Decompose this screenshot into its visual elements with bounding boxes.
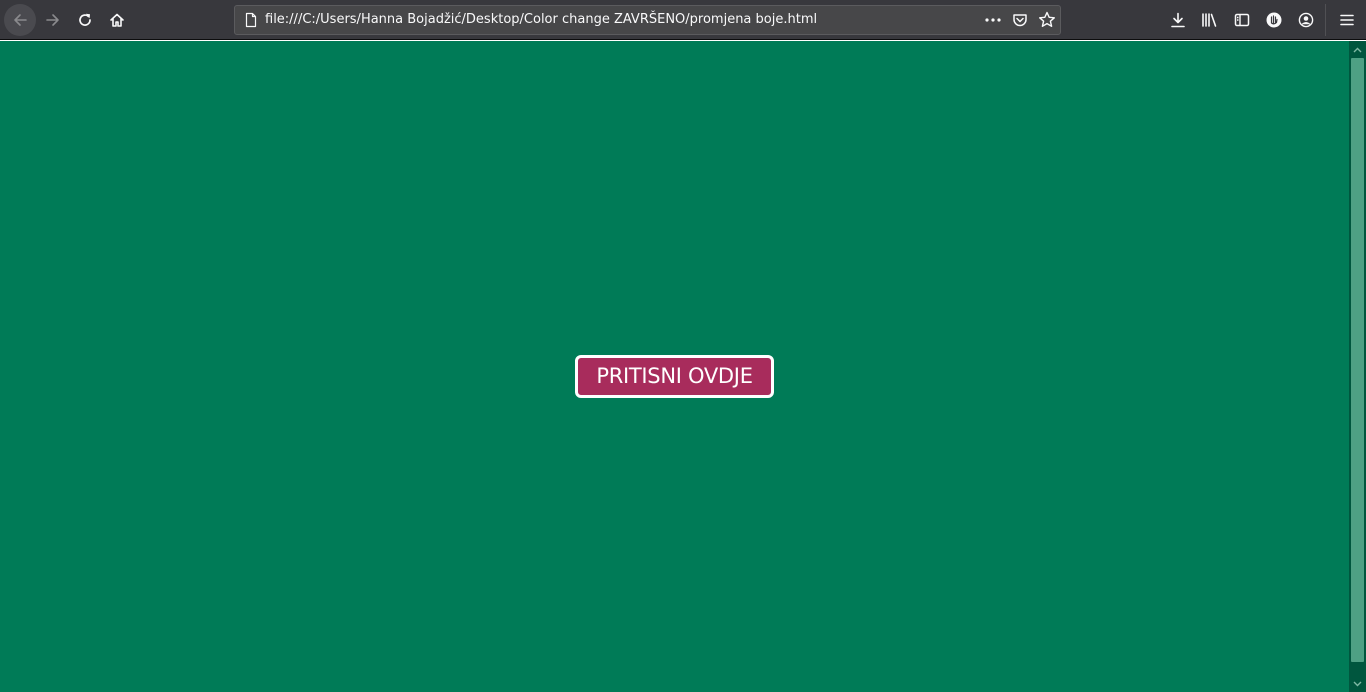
sidebar-icon: [1234, 13, 1250, 27]
address-bar[interactable]: file:///C:/Users/Hanna Bojadžić/Desktop/…: [234, 5, 1061, 35]
toolbar-separator: [1325, 4, 1326, 36]
menu-button[interactable]: [1337, 10, 1357, 30]
back-arrow-icon: [14, 14, 27, 26]
pocket-button[interactable]: [1012, 12, 1028, 28]
home-button[interactable]: [101, 4, 133, 36]
more-actions-icon: [985, 18, 1001, 22]
hamburger-menu-icon: [1340, 14, 1354, 26]
chevron-down-icon: [1353, 681, 1362, 686]
bookmark-star-icon: [1039, 11, 1055, 27]
sidebar-button[interactable]: [1232, 10, 1252, 30]
press-here-button[interactable]: PRITISNI OVDJE: [575, 355, 774, 398]
page-icon: [245, 12, 257, 28]
bookmark-button[interactable]: [1038, 11, 1056, 29]
account-button[interactable]: [1296, 10, 1316, 30]
reload-button[interactable]: [69, 4, 101, 36]
addon-icon: [1266, 12, 1282, 28]
url-text[interactable]: file:///C:/Users/Hanna Bojadžić/Desktop/…: [265, 12, 817, 28]
pocket-icon: [1013, 14, 1027, 27]
forward-arrow-icon: [46, 14, 59, 26]
library-button[interactable]: [1200, 10, 1220, 30]
url-actions: [984, 10, 1056, 30]
chevron-up-icon: [1353, 47, 1362, 52]
reload-icon: [79, 13, 91, 26]
page-viewport: PRITISNI OVDJE: [0, 41, 1349, 692]
scrollbar-thumb[interactable]: [1351, 58, 1364, 662]
downloads-button[interactable]: [1168, 10, 1188, 30]
vertical-scrollbar[interactable]: [1349, 41, 1366, 692]
addon-button[interactable]: [1264, 10, 1284, 30]
back-button[interactable]: [4, 4, 36, 36]
forward-button[interactable]: [37, 4, 69, 36]
browser-toolbar: file:///C:/Users/Hanna Bojadžić/Desktop/…: [0, 0, 1366, 40]
scroll-down-arrow[interactable]: [1349, 675, 1366, 692]
download-icon: [1171, 12, 1185, 28]
more-actions-button[interactable]: [984, 12, 1002, 28]
library-icon: [1202, 13, 1217, 27]
home-icon: [110, 13, 124, 27]
scroll-up-arrow[interactable]: [1349, 41, 1366, 58]
account-icon: [1298, 12, 1314, 28]
